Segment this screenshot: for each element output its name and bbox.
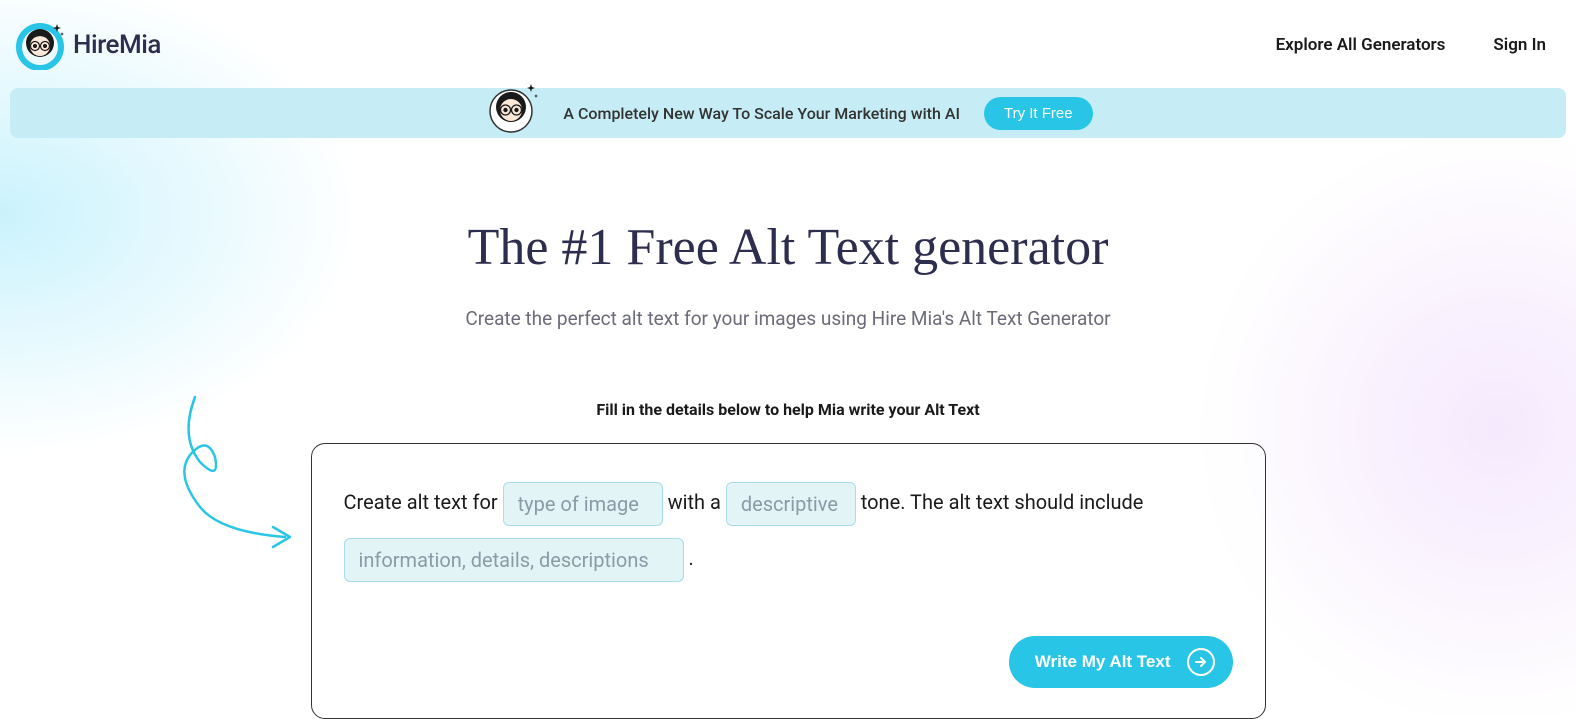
banner-text: A Completely New Way To Scale Your Marke… (563, 104, 960, 123)
try-free-button[interactable]: Try It Free (984, 97, 1093, 130)
page-subtitle: Create the perfect alt text for your ima… (0, 307, 1576, 330)
write-alt-text-button[interactable]: Write My Alt Text (1009, 636, 1233, 688)
nav-sign-in[interactable]: Sign In (1493, 35, 1546, 55)
tone-input[interactable] (726, 482, 856, 526)
logo[interactable]: HireMia (15, 20, 161, 70)
generator-form: Create alt text for with a tone. The alt… (311, 443, 1266, 719)
page-title: The #1 Free Alt Text generator (0, 218, 1576, 277)
form-text-1: Create alt text for (344, 490, 503, 514)
banner-avatar-icon (483, 81, 539, 137)
form-text-4: . (684, 546, 694, 570)
header: HireMia Explore All Generators Sign In (0, 0, 1576, 88)
submit-button-label: Write My Alt Text (1035, 652, 1171, 672)
main-content: The #1 Free Alt Text generator Create th… (0, 138, 1576, 719)
nav-right: Explore All Generators Sign In (1276, 35, 1546, 55)
promo-banner: A Completely New Way To Scale Your Marke… (10, 88, 1566, 138)
details-input[interactable] (344, 538, 684, 582)
logo-text: HireMia (73, 30, 161, 60)
logo-icon (15, 20, 65, 70)
form-text-3: tone. The alt text should include (856, 490, 1144, 514)
form-text-2: with a (663, 490, 726, 514)
decorative-arrow-icon (165, 387, 305, 557)
arrow-right-icon (1187, 648, 1215, 676)
image-type-input[interactable] (503, 482, 663, 526)
nav-explore-generators[interactable]: Explore All Generators (1276, 35, 1446, 55)
